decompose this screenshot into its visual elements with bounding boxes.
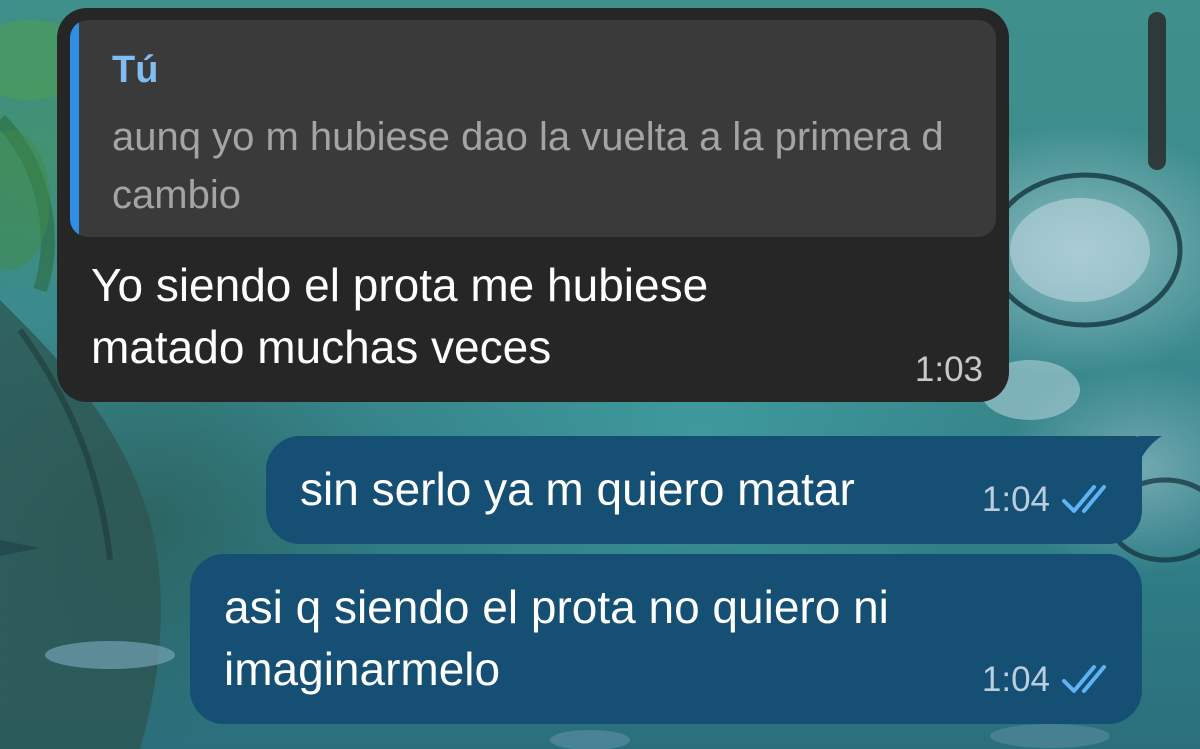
message-text: Yo siendo el prota me hubiese matado muc… bbox=[91, 259, 709, 373]
reply-quote[interactable]: Tú aunq yo m hubiese dao la vuelta a la … bbox=[70, 20, 996, 237]
reply-accent-bar bbox=[70, 20, 79, 237]
message-time: 1:04 bbox=[981, 660, 1050, 699]
bubble-tail bbox=[1138, 436, 1162, 464]
message-meta: 1:04 bbox=[982, 658, 1116, 702]
double-check-icon bbox=[1062, 665, 1106, 693]
message-meta: 1:04 bbox=[982, 478, 1116, 522]
outgoing-message[interactable]: asi q siendo el prota no quiero ni imagi… bbox=[190, 554, 1142, 724]
chat-scrollbar[interactable] bbox=[1148, 12, 1166, 170]
incoming-message[interactable]: Tú aunq yo m hubiese dao la vuelta a la … bbox=[57, 8, 1009, 402]
message-text: sin serlo ya m quiero matar bbox=[300, 463, 855, 515]
message-text: asi q siendo el prota no quiero ni imagi… bbox=[224, 581, 889, 695]
message-time: 1:03 bbox=[914, 350, 983, 389]
reply-text: aunq yo m hubiese dao la vuelta a la pri… bbox=[112, 115, 944, 217]
message-time: 1:04 bbox=[981, 480, 1050, 519]
chat-wallpaper: Tú aunq yo m hubiese dao la vuelta a la … bbox=[0, 0, 1200, 749]
double-check-icon bbox=[1062, 485, 1106, 513]
reply-author: Tú bbox=[112, 49, 159, 91]
outgoing-message[interactable]: sin serlo ya m quiero matar 1:04 bbox=[266, 436, 1162, 544]
